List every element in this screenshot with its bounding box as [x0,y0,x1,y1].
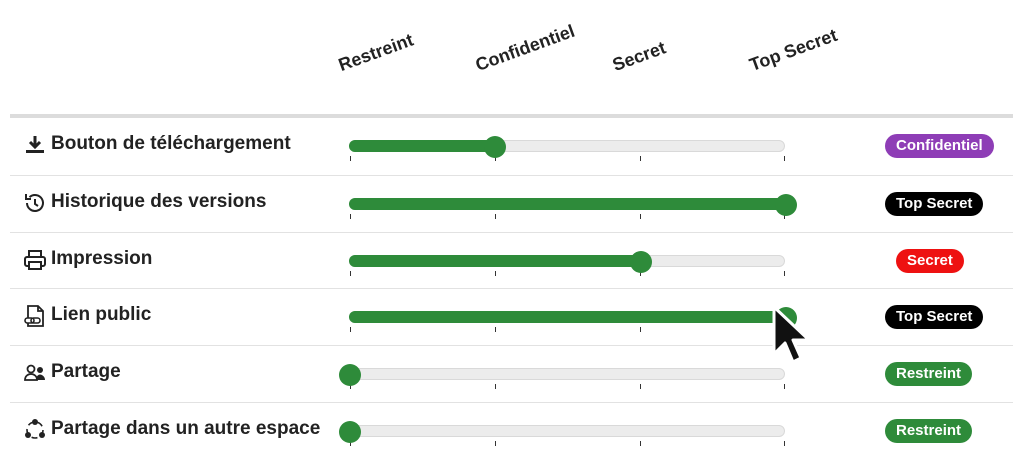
slider-tick [495,384,496,389]
level-slider[interactable] [339,421,785,446]
slider-tick [495,214,496,219]
slider-tick [784,156,785,161]
level-header-secret: Secret [609,37,669,76]
level-slider[interactable] [349,251,785,276]
slider-fill [349,255,640,267]
slider-tick [495,327,496,332]
permission-label: Historique des versions [51,191,267,212]
slider-thumb[interactable] [484,136,506,158]
level-badge: Secret [896,249,964,273]
level-badge: Top Secret [885,305,984,329]
slider-thumb[interactable] [339,421,361,443]
level-badge: Restreint [885,419,973,443]
permission-label: Lien public [51,304,152,325]
level-header-restreint: Restreint [335,29,416,76]
mouse-pointer-icon [771,304,815,368]
slider-thumb[interactable] [630,251,652,273]
permission-row: Bouton de téléchargement Confidentiel [10,117,1013,174]
users-icon [22,361,48,385]
slider-tick [350,214,351,219]
level-slider[interactable] [349,136,785,161]
share-network-icon [22,418,48,442]
level-badge: Restreint [885,362,973,386]
slider-fill [349,311,785,323]
slider-tick [640,441,641,446]
slider-tick [640,156,641,161]
slider-tick [640,214,641,219]
slider-tick [350,271,351,276]
slider-tick [784,271,785,276]
slider-tick [350,156,351,161]
level-slider[interactable] [349,307,797,332]
level-badge: Top Secret [885,192,984,216]
slider-tick [640,327,641,332]
history-icon [22,191,48,215]
permission-label: Impression [51,248,153,269]
level-slider[interactable] [349,194,797,219]
download-icon [22,133,48,157]
slider-fill [349,140,494,152]
level-badge: Confidentiel [885,134,994,158]
slider-tick [495,441,496,446]
file-link-icon [22,304,48,328]
slider-tick [784,384,785,389]
level-header-confidentiel: Confidentiel [472,20,578,76]
level-header-top-secret: Top Secret [746,24,840,76]
permission-row: Partage dans un autre espace Restreint [10,402,1013,459]
permission-label: Partage dans un autre espace [51,418,321,439]
permission-row: Impression Secret [10,232,1013,289]
slider-thumb[interactable] [339,364,361,386]
slider-thumb[interactable] [775,194,797,216]
level-slider[interactable] [339,364,785,389]
permission-label: Partage [51,361,121,382]
permission-row: Partage Restreint [10,345,1013,402]
slider-tick [350,327,351,332]
printer-icon [22,248,48,272]
slider-tick [640,384,641,389]
permission-row: Historique des versions Top Secret [10,175,1013,232]
permission-label: Bouton de téléchargement [51,133,291,154]
slider-tick [784,441,785,446]
permission-row: Lien public Top Secret [10,288,1013,345]
slider-tick [495,271,496,276]
slider-fill [349,198,785,210]
